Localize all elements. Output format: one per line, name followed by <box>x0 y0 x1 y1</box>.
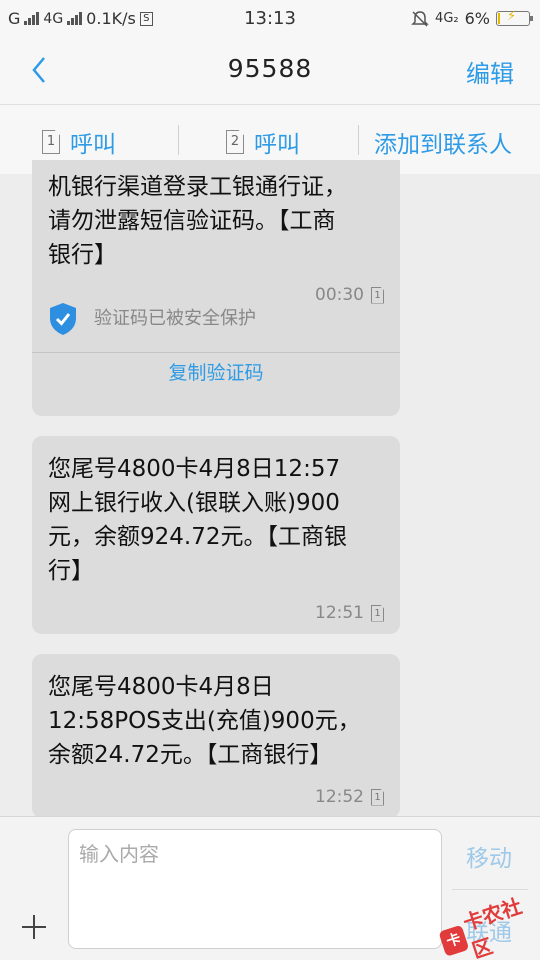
message-meta: 12:51 1 <box>315 596 384 630</box>
message-input[interactable] <box>68 829 442 949</box>
message-text: 您尾号4800卡4月8日 12:58POS支出(充值)900元， 余额24.72… <box>48 674 361 768</box>
edit-button[interactable]: 编辑 <box>466 54 514 89</box>
divider <box>358 125 359 155</box>
call-label: 呼叫 <box>70 132 116 158</box>
conversation-header: 95588 编辑 <box>0 36 540 104</box>
divider <box>32 352 400 353</box>
add-contact-button[interactable]: 添加到联系人 <box>374 125 512 159</box>
network-type-label: 4G₂ <box>435 11 459 26</box>
battery-icon: ⚡ <box>496 9 533 26</box>
status-right: 4G₂ 6% ⚡ <box>411 9 533 28</box>
security-note: 验证码已被安全保护 <box>48 302 256 336</box>
message-text: 您尾号4800卡4月8日12:57 网上银行收入(银联入账)900 元，余额92… <box>48 456 347 584</box>
message-text: 机银行渠道登录工银通行证， 请勿泄露短信验证码。【工商 银行】 <box>48 174 347 268</box>
message-bubble[interactable]: 机银行渠道登录工银通行证， 请勿泄露短信验证码。【工商 银行】 00:30 1 … <box>32 160 400 416</box>
mute-icon <box>411 10 429 27</box>
call-sim1-button[interactable]: 1 呼叫 <box>42 125 116 159</box>
page-title: 95588 <box>227 54 313 83</box>
message-meta: 12:52 1 <box>315 780 384 814</box>
add-attachment-button[interactable] <box>20 913 48 941</box>
message-meta: 00:30 1 <box>315 278 384 312</box>
status-bar: G 4G 0.1K/s S 13:13 4G₂ 6% ⚡ <box>0 0 540 36</box>
message-bubble[interactable]: 您尾号4800卡4月8日12:57 网上银行收入(银联入账)900 元，余额92… <box>32 436 400 634</box>
call-label: 呼叫 <box>254 132 300 158</box>
divider <box>178 125 179 155</box>
message-time: 12:51 <box>315 603 364 623</box>
send-sim1-button[interactable]: 移动 <box>466 839 512 873</box>
battery-level <box>498 13 500 24</box>
message-time: 12:52 <box>315 787 364 807</box>
message-time: 00:30 <box>315 285 364 305</box>
shield-check-icon <box>50 303 76 335</box>
sim-card-icon: 1 <box>371 788 384 806</box>
sim2-icon: 2 <box>226 130 244 154</box>
call-sim2-button[interactable]: 2 呼叫 <box>226 125 300 159</box>
sim1-icon: 1 <box>42 130 60 154</box>
message-bubble[interactable]: 您尾号4800卡4月8日 12:58POS支出(充值)900元， 余额24.72… <box>32 654 400 818</box>
sim-card-icon: 1 <box>371 286 384 304</box>
sim-card-icon: 1 <box>371 604 384 622</box>
copy-code-button[interactable]: 复制验证码 <box>32 356 400 390</box>
battery-percent: 6% <box>464 9 490 28</box>
security-note-text: 验证码已被安全保护 <box>94 308 256 329</box>
